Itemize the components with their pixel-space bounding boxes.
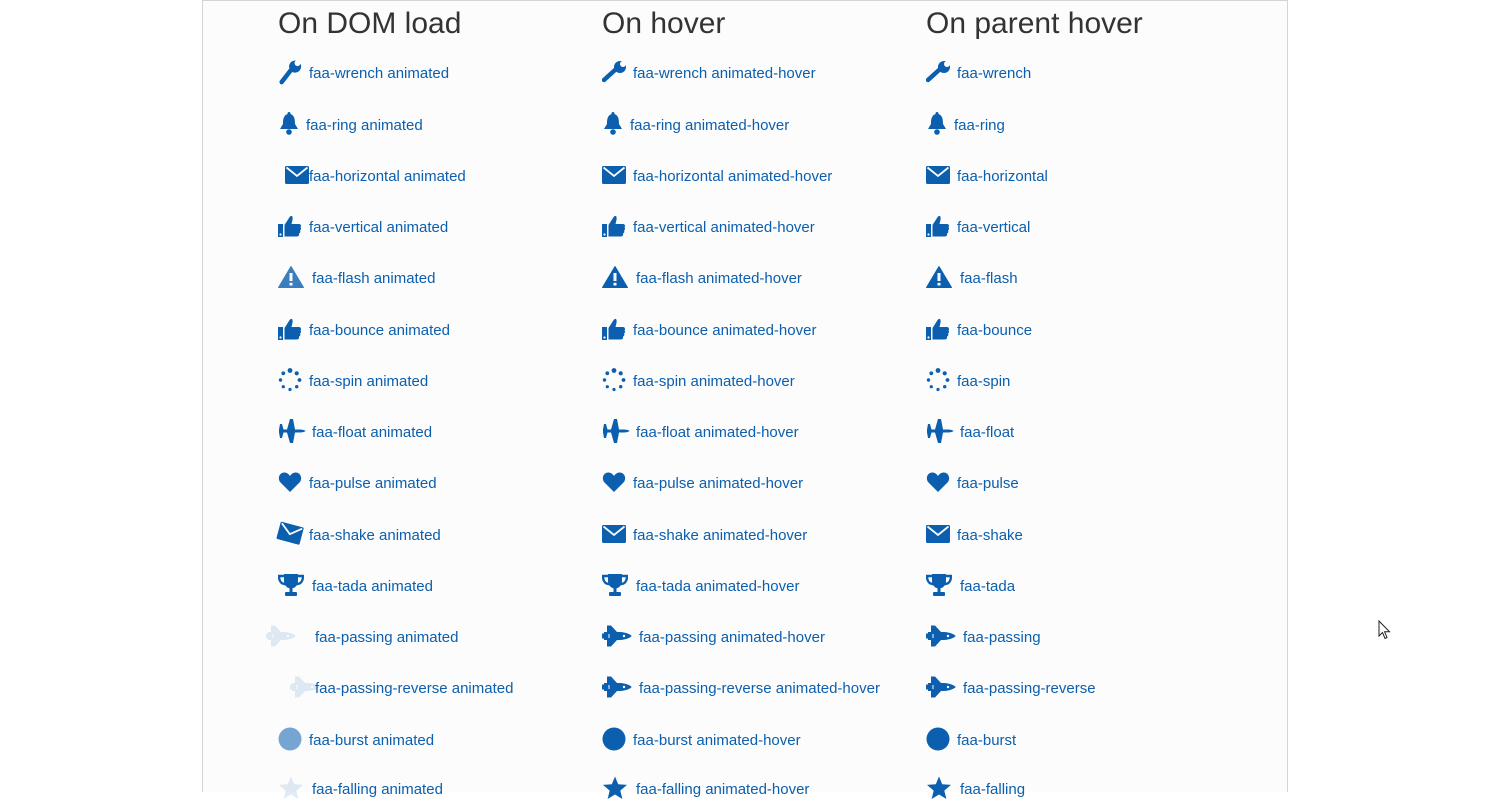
circle-icon <box>926 725 956 753</box>
heart-icon <box>926 468 956 496</box>
mouse-cursor-icon <box>1378 620 1391 640</box>
star-icon <box>602 774 632 802</box>
spinner-icon <box>602 366 632 394</box>
warning-icon <box>926 263 956 291</box>
demo-item-label[interactable]: faa-tada animated <box>312 578 433 595</box>
demo-item-label[interactable]: faa-passing animated-hover <box>639 629 825 646</box>
star-icon <box>278 774 308 802</box>
demo-item-label[interactable]: faa-horizontal animated <box>309 168 466 185</box>
demo-item-label[interactable]: faa-shake <box>957 527 1023 544</box>
star-icon <box>926 774 956 802</box>
demo-item-label[interactable]: faa-spin <box>957 373 1010 390</box>
demo-item-label[interactable]: faa-burst <box>957 732 1016 749</box>
envelope-icon <box>926 520 956 548</box>
circle-icon <box>602 725 632 753</box>
demo-item-label[interactable]: faa-pulse animated-hover <box>633 475 803 492</box>
demo-item-label[interactable]: faa-shake animated <box>309 527 441 544</box>
demo-item-label[interactable]: faa-tada <box>960 578 1015 595</box>
demo-item-label[interactable]: faa-passing-reverse animated-hover <box>639 680 880 697</box>
trophy-icon <box>602 571 632 599</box>
demo-item-label[interactable]: faa-vertical animated-hover <box>633 219 815 236</box>
plane-icon <box>602 417 632 445</box>
demo-page: On DOM load faa-wrench animated faa-ring … <box>202 0 1288 799</box>
column-title: On parent hover <box>926 7 1143 40</box>
circle-icon <box>278 725 308 753</box>
trophy-icon <box>278 571 308 599</box>
heart-icon <box>602 468 632 496</box>
demo-item-label[interactable]: faa-float <box>960 424 1014 441</box>
demo-item-label[interactable]: faa-wrench animated <box>309 65 449 82</box>
demo-item-label[interactable]: faa-bounce animated-hover <box>633 322 816 339</box>
plane-icon <box>926 417 956 445</box>
thumbs-up-icon <box>926 212 956 240</box>
space-shuttle-icon <box>266 622 296 650</box>
demo-item-label[interactable]: faa-passing animated <box>315 629 458 646</box>
demo-item-label[interactable]: faa-falling animated <box>312 781 443 798</box>
space-shuttle-icon <box>602 622 632 650</box>
demo-item-label[interactable]: faa-vertical animated <box>309 219 448 236</box>
demo-item-label[interactable]: faa-bounce <box>957 322 1032 339</box>
demo-item-label[interactable]: faa-burst animated <box>309 732 434 749</box>
demo-item-label[interactable]: faa-flash <box>960 270 1018 287</box>
demo-item-label[interactable]: faa-pulse animated <box>309 475 437 492</box>
warning-icon <box>602 263 632 291</box>
plane-icon <box>278 417 308 445</box>
wrench-icon <box>602 58 632 86</box>
space-shuttle-icon <box>926 673 956 701</box>
demo-item-label[interactable]: faa-wrench animated-hover <box>633 65 816 82</box>
thumbs-up-icon <box>278 315 308 343</box>
thumbs-up-icon <box>602 315 632 343</box>
demo-item-label[interactable]: faa-float animated <box>312 424 432 441</box>
thumbs-up-icon <box>278 212 308 240</box>
demo-item-label[interactable]: faa-bounce animated <box>309 322 450 339</box>
demo-item-label[interactable]: faa-pulse <box>957 475 1019 492</box>
spinner-icon <box>926 366 956 394</box>
demo-item-label[interactable]: faa-float animated-hover <box>636 424 799 441</box>
demo-item-label[interactable]: faa-spin animated <box>309 373 428 390</box>
demo-item-label[interactable]: faa-falling <box>960 781 1025 798</box>
demo-item-label[interactable]: faa-horizontal <box>957 168 1048 185</box>
space-shuttle-icon <box>602 673 632 701</box>
trophy-icon <box>926 571 956 599</box>
warning-icon <box>278 263 308 291</box>
envelope-icon <box>602 520 632 548</box>
envelope-icon <box>275 517 311 552</box>
demo-item-label[interactable]: faa-wrench <box>957 65 1031 82</box>
column-title: On DOM load <box>278 7 462 40</box>
demo-item-label[interactable]: faa-shake animated-hover <box>633 527 807 544</box>
demo-item-label[interactable]: faa-horizontal animated-hover <box>633 168 832 185</box>
envelope-icon <box>602 161 632 189</box>
demo-item-label[interactable]: faa-flash animated-hover <box>636 270 802 287</box>
wrench-icon <box>926 58 956 86</box>
bell-icon <box>278 110 308 138</box>
demo-item-label[interactable]: faa-passing-reverse <box>963 680 1096 697</box>
thumbs-up-icon <box>602 212 632 240</box>
heart-icon <box>278 468 308 496</box>
bell-icon <box>602 110 632 138</box>
demo-item-label[interactable]: faa-burst animated-hover <box>633 732 801 749</box>
demo-item-label[interactable]: faa-passing <box>963 629 1041 646</box>
demo-item-label[interactable]: faa-ring animated <box>306 117 423 134</box>
demo-item-label[interactable]: faa-ring <box>954 117 1005 134</box>
demo-item-label[interactable]: faa-vertical <box>957 219 1030 236</box>
demo-item-label[interactable]: faa-passing-reverse animated <box>315 680 513 697</box>
thumbs-up-icon <box>926 315 956 343</box>
envelope-icon <box>926 161 956 189</box>
spinner-icon <box>278 366 308 394</box>
space-shuttle-icon <box>926 622 956 650</box>
demo-item-label[interactable]: faa-spin animated-hover <box>633 373 795 390</box>
column-title: On hover <box>602 7 726 40</box>
wrench-icon <box>276 56 310 89</box>
demo-item-label[interactable]: faa-tada animated-hover <box>636 578 799 595</box>
demo-item-label[interactable]: faa-falling animated-hover <box>636 781 809 798</box>
demo-item-label[interactable]: faa-ring animated-hover <box>630 117 789 134</box>
demo-item-label[interactable]: faa-flash animated <box>312 270 435 287</box>
bell-icon <box>926 110 956 138</box>
